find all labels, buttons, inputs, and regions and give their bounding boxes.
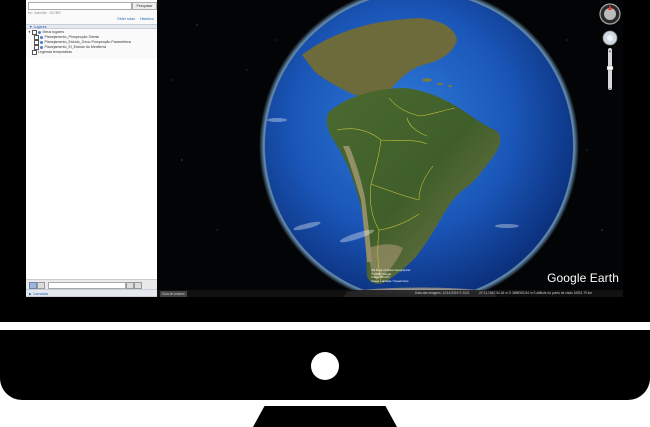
coordinates-readout: 21°11.746S 54.46 m O 3686962.84 m S alti… [479,291,593,295]
zoom-slider[interactable]: + − [606,48,614,92]
status-bar: Guia de turismo Data das imagens: 12/14/… [157,290,623,297]
layer-icon [40,36,43,39]
search-button[interactable]: Pesquisar [132,2,157,10]
places-tree: ▼ Meus lugares Planejamento_Prospecção S… [28,30,131,55]
places-toolbar [26,279,157,289]
globe-view: + − [171,0,621,297]
look-joystick-icon[interactable] [602,30,618,46]
application-window: Pesquisar ex: Joinville - SC/BR Obter ro… [26,0,623,297]
checkbox[interactable] [32,50,37,55]
history-link[interactable]: Histórico [140,17,154,21]
search-input[interactable] [28,2,132,10]
up-arrow-icon[interactable] [126,282,134,289]
search-panel-icon[interactable] [29,282,37,289]
places-filter-field[interactable] [48,282,126,289]
imagery-date: Data das imagens: 12/14/2015 © 2021 [415,291,470,295]
search-hint: ex: Joinville - SC/BR [28,11,61,15]
list-icon[interactable] [37,282,45,289]
layers-panel-header[interactable]: ▶ Camadas [26,289,157,297]
compass-icon[interactable] [599,3,621,25]
tour-guide-button[interactable]: Guia de turismo [160,290,187,297]
places-list-area [26,58,157,279]
navigation-controls: + − [599,3,621,92]
down-arrow-icon[interactable] [134,282,142,289]
power-button-icon [311,352,339,380]
directions-link[interactable]: Obter rotas [117,17,135,21]
zoom-in-icon[interactable]: + [609,49,612,55]
google-earth-logo: Google Earth [547,271,619,285]
globe-viewport[interactable]: + − US Dept of State Geographer © 2018 G… [157,0,623,297]
tree-item-label: Legenda temporárias [38,50,72,54]
zoom-out-icon[interactable]: − [609,86,612,92]
tree-item-temporary[interactable]: Legenda temporárias [28,50,131,55]
sidebar: Pesquisar ex: Joinville - SC/BR Obter ro… [26,0,158,297]
places-header-label: Lugares [33,25,47,29]
layers-header-label: Camadas [32,292,49,296]
layer-icon [40,41,43,44]
folder-icon [37,31,41,34]
monitor-stand [253,406,397,427]
map-attribution: US Dept of State Geographer © 2018 Googl… [371,268,411,283]
places-panel-header[interactable]: ▼ Lugares [26,24,157,29]
search-links: Obter rotas Histórico [113,17,154,21]
layer-icon [40,46,43,49]
expand-icon[interactable]: ▼ [28,30,31,35]
